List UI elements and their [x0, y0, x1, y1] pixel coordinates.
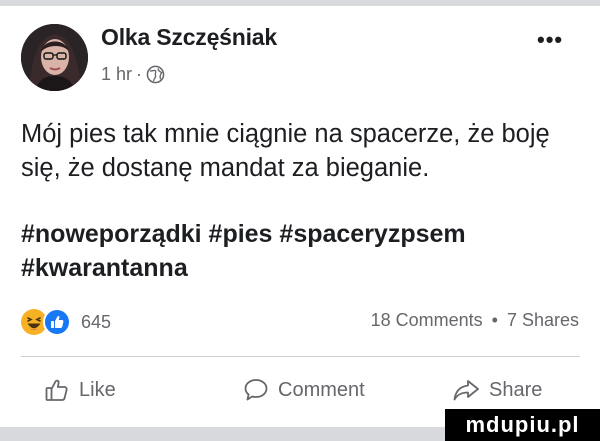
top-border [0, 0, 600, 6]
engagement-counts: 18 Comments • 7 Shares [371, 310, 579, 331]
post-time[interactable]: 1 hr [101, 64, 132, 85]
reactions-summary[interactable]: 645 [21, 308, 112, 336]
share-button[interactable]: Share [452, 370, 542, 410]
reaction-count: 645 [81, 311, 112, 332]
divider [21, 356, 580, 357]
share-label: Share [489, 378, 543, 401]
author-name[interactable]: Olka Szczęśniak [101, 24, 277, 51]
thumbs-up-icon [45, 379, 68, 401]
shares-count[interactable]: 7 Shares [507, 310, 579, 330]
action-bar: Like Comment Share [0, 370, 600, 410]
like-button[interactable]: Like [44, 370, 116, 410]
watermark: mdupiu.pl [445, 409, 600, 441]
avatar[interactable] [21, 24, 88, 91]
post-meta: 1 hr · [101, 64, 165, 85]
comment-label: Comment [278, 378, 365, 401]
like-reaction-icon [43, 308, 71, 336]
like-label: Like [79, 378, 116, 401]
comments-count[interactable]: 18 Comments [371, 310, 483, 330]
post-hashtags[interactable]: #noweporządki #pies #spaceryzpsem #kwara… [21, 217, 581, 285]
share-arrow-icon [453, 380, 479, 401]
meta-separator: · [136, 64, 143, 84]
counts-separator: • [491, 310, 498, 330]
avatar-image [21, 24, 88, 91]
comment-bubble-icon [244, 379, 268, 401]
globe-icon[interactable] [146, 65, 165, 84]
more-options-button[interactable]: ••• [537, 27, 563, 53]
comment-button[interactable]: Comment [243, 370, 365, 410]
post-text: Mój pies tak mnie ciągnie na spacerze, ż… [21, 120, 550, 182]
